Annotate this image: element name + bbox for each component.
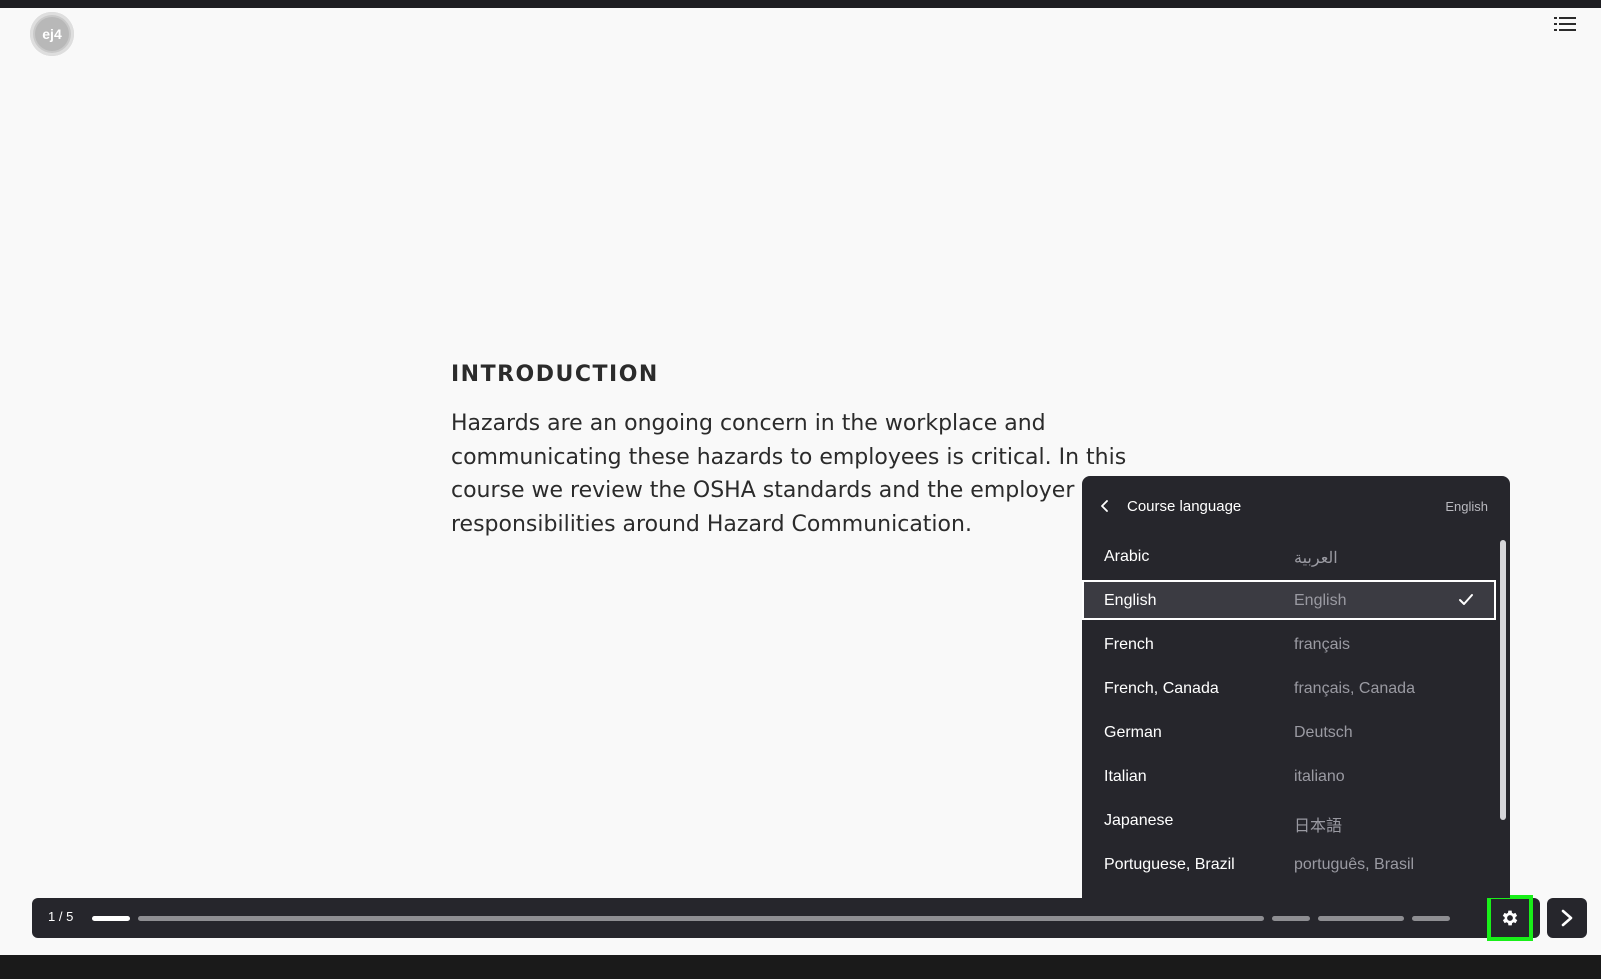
language-native-name: Deutsch (1294, 724, 1353, 741)
scrollbar-thumb[interactable] (1500, 540, 1506, 820)
language-option-italian[interactable]: Italian italiano (1082, 756, 1496, 800)
progress-segment[interactable] (1412, 916, 1450, 921)
language-name: Italian (1104, 768, 1147, 785)
player-control-bar: 1 / 5 (32, 898, 1540, 938)
language-native-name: العربية (1294, 550, 1338, 567)
slide-body-text: Hazards are an ongoing concern in the wo… (451, 411, 1127, 537)
language-name: German (1104, 724, 1162, 741)
window-bottom-strip (0, 955, 1601, 979)
page-counter: 1 / 5 (48, 909, 74, 924)
course-language-panel: Course language English Arabic العربية E… (1082, 476, 1510, 898)
progress-segment[interactable] (1318, 916, 1404, 921)
panel-title: Course language (1127, 498, 1242, 515)
progress-current-segment[interactable] (92, 916, 130, 921)
language-native-name: français, Canada (1294, 680, 1415, 697)
language-name: French, Canada (1104, 680, 1219, 697)
language-list: Arabic العربية English English French fr… (1082, 536, 1496, 888)
window-top-bar (0, 0, 1601, 8)
settings-button[interactable] (1487, 895, 1533, 941)
language-name: Arabic (1104, 548, 1150, 565)
language-option-portuguese-brazil[interactable]: Portuguese, Brazil português, Brasil (1082, 844, 1496, 888)
language-name: English (1104, 592, 1157, 609)
slide-content: INTRODUCTION Hazards are an ongoing conc… (451, 362, 1131, 541)
list-menu-icon[interactable] (1554, 16, 1576, 32)
language-option-arabic[interactable]: Arabic العربية (1082, 536, 1496, 580)
slide-heading: INTRODUCTION (451, 362, 659, 387)
language-native-name: English (1294, 592, 1347, 609)
gear-icon (1502, 910, 1518, 926)
chevron-left-icon[interactable] (1100, 500, 1110, 512)
language-option-french-canada[interactable]: French, Canada français, Canada (1082, 668, 1496, 712)
next-button[interactable] (1547, 898, 1587, 938)
language-native-name: italiano (1294, 768, 1345, 785)
progress-segment[interactable] (138, 916, 1264, 921)
language-option-english[interactable]: English English (1082, 580, 1496, 620)
language-list-scrollbar[interactable] (1498, 540, 1506, 882)
language-option-german[interactable]: German Deutsch (1082, 712, 1496, 756)
language-option-japanese[interactable]: Japanese 日本語 (1082, 800, 1496, 844)
current-language-value: English (1445, 499, 1488, 514)
progress-segment[interactable] (1272, 916, 1310, 921)
checkmark-icon (1459, 594, 1473, 605)
logo-text: ej4 (35, 17, 69, 51)
language-name: French (1104, 636, 1154, 653)
ej4-logo: ej4 (30, 12, 74, 56)
language-native-name: français (1294, 636, 1351, 653)
language-name: Portuguese, Brazil (1104, 856, 1235, 873)
language-native-name: português, Brasil (1294, 856, 1415, 873)
panel-header: Course language English (1082, 476, 1510, 536)
language-option-french[interactable]: French français (1082, 624, 1496, 668)
chevron-right-icon (1561, 909, 1573, 927)
language-native-name: 日本語 (1294, 818, 1343, 835)
language-name: Japanese (1104, 812, 1174, 829)
